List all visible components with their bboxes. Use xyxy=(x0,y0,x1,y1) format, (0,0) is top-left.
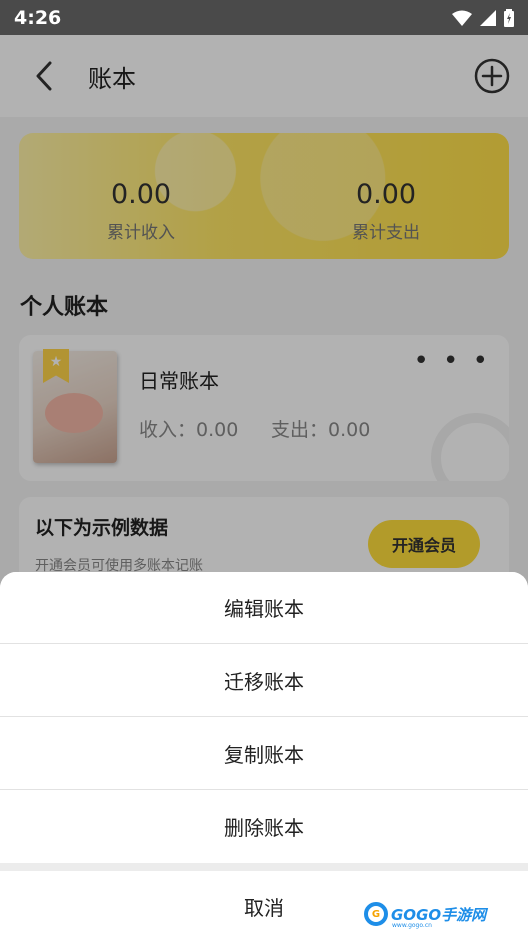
watermark-url: www.gogo.cn xyxy=(392,922,432,929)
sheet-divider xyxy=(0,863,528,871)
action-sheet: 编辑账本 迁移账本 复制账本 删除账本 取消 xyxy=(0,572,528,939)
gogo-logo-icon: G xyxy=(364,902,388,926)
site-watermark-logo: G GOGO手游网 www.gogo.cn xyxy=(364,902,486,929)
edit-ledger-option[interactable]: 编辑账本 xyxy=(0,572,528,644)
status-icons xyxy=(452,8,514,27)
status-time: 4:26 xyxy=(14,6,62,29)
signal-icon xyxy=(480,9,496,26)
status-bar: 4:26 xyxy=(0,0,528,35)
battery-icon xyxy=(504,8,514,27)
delete-ledger-option[interactable]: 删除账本 xyxy=(0,790,528,863)
migrate-ledger-option[interactable]: 迁移账本 xyxy=(0,644,528,717)
wifi-icon xyxy=(452,10,472,26)
copy-ledger-option[interactable]: 复制账本 xyxy=(0,717,528,790)
